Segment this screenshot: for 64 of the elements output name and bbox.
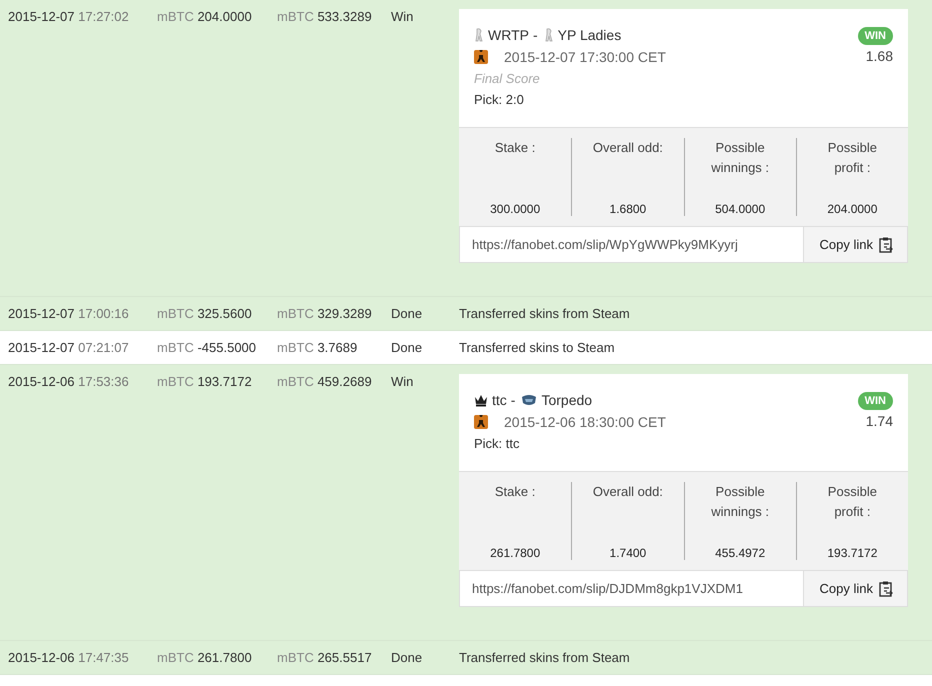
clipboard-icon — [879, 580, 893, 596]
amount-cell-text: mBTC 325.5600 — [157, 305, 253, 322]
stat-value: 504.0000 — [715, 202, 766, 216]
link-field[interactable]: https://fanobet.com/slip/WpYgWWPky9MKyyrj — [460, 227, 804, 262]
balance-cell-text: mBTC 3.7689 — [277, 339, 358, 356]
date-cell-text: 2015-12-06 17:47:35 — [7, 649, 130, 666]
score-note: Final Score — [474, 71, 541, 86]
result-badge: WIN — [858, 392, 893, 410]
date-cell-text: 2015-12-07 17:27:02 — [7, 8, 130, 25]
team-name: WRTP — [488, 27, 529, 43]
pick-text: Pick: 2:0 — [474, 92, 525, 107]
figure-icon — [544, 28, 554, 42]
status-cell-text: Done — [391, 339, 424, 356]
status-cell-text: Done — [391, 305, 424, 322]
shield-icon — [521, 393, 538, 407]
balance-cell-text: mBTC 459.2689 — [277, 373, 373, 390]
stat-value: 1.7400 — [610, 546, 646, 560]
stat-value: 261.7800 — [490, 546, 540, 560]
team-name: Torpedo — [541, 392, 592, 408]
amount-cell-text: mBTC 193.7172 — [157, 373, 253, 390]
team-name: YP Ladies — [558, 27, 622, 43]
team-separator: - — [510, 392, 516, 408]
team-separator: - — [532, 27, 538, 43]
description-cell-text: Transferred skins from Steam — [459, 305, 631, 322]
pick-text: Pick: ttc — [474, 436, 521, 451]
stat-label: Possible winnings : — [710, 139, 770, 177]
status-cell-text: Win — [391, 8, 414, 25]
odds-value: 1.68 — [866, 48, 893, 64]
stat-value: 300.0000 — [490, 202, 540, 216]
stat-label: Overall odd: — [592, 483, 663, 501]
match-time: 2015-12-06 18:30:00 CET — [504, 414, 666, 430]
crown-icon — [474, 393, 488, 407]
stat-label: Stake : — [494, 483, 536, 501]
amount-cell-text: mBTC 261.7800 — [157, 649, 253, 666]
stat-label: Overall odd: — [592, 139, 663, 157]
stat-label: Possible winnings : — [710, 483, 770, 521]
description-cell-text: Transferred skins to Steam — [459, 339, 616, 356]
link-field[interactable]: https://fanobet.com/slip/DJDMm8gkp1VJXDM1 — [460, 571, 804, 606]
result-badge: WIN — [858, 27, 893, 45]
clipboard-icon — [879, 236, 893, 252]
stat-label: Possible profit : — [826, 483, 878, 521]
amount-cell-text: mBTC 204.0000 — [157, 8, 253, 25]
balance-cell-text: mBTC 265.5517 — [277, 649, 373, 666]
game-icon — [474, 50, 488, 64]
status-cell-text: Done — [391, 649, 424, 666]
stat-label: Stake : — [494, 139, 536, 157]
match-time: 2015-12-07 17:30:00 CET — [504, 49, 666, 65]
balance-cell-text: mBTC 329.3289 — [277, 305, 373, 322]
odds-value: 1.74 — [866, 413, 893, 429]
stat-value: 1.6800 — [610, 202, 646, 216]
figure-icon — [474, 28, 484, 42]
date-cell-text: 2015-12-07 07:21:07 — [7, 339, 130, 356]
date-cell-text: 2015-12-07 17:00:16 — [7, 305, 130, 322]
description-cell-text: Transferred skins from Steam — [459, 649, 631, 666]
team-name: ttc — [492, 392, 507, 408]
game-icon — [474, 415, 488, 429]
amount-cell-text: mBTC -455.5000 — [157, 339, 258, 356]
status-cell-text: Win — [391, 373, 414, 390]
balance-cell-text: mBTC 533.3289 — [277, 8, 373, 25]
stat-value: 193.7172 — [827, 546, 878, 560]
stat-label: Possible profit : — [826, 139, 878, 177]
date-cell-text: 2015-12-06 17:53:36 — [7, 373, 130, 390]
stat-value: 455.4972 — [715, 546, 766, 560]
stat-value: 204.0000 — [827, 202, 878, 216]
